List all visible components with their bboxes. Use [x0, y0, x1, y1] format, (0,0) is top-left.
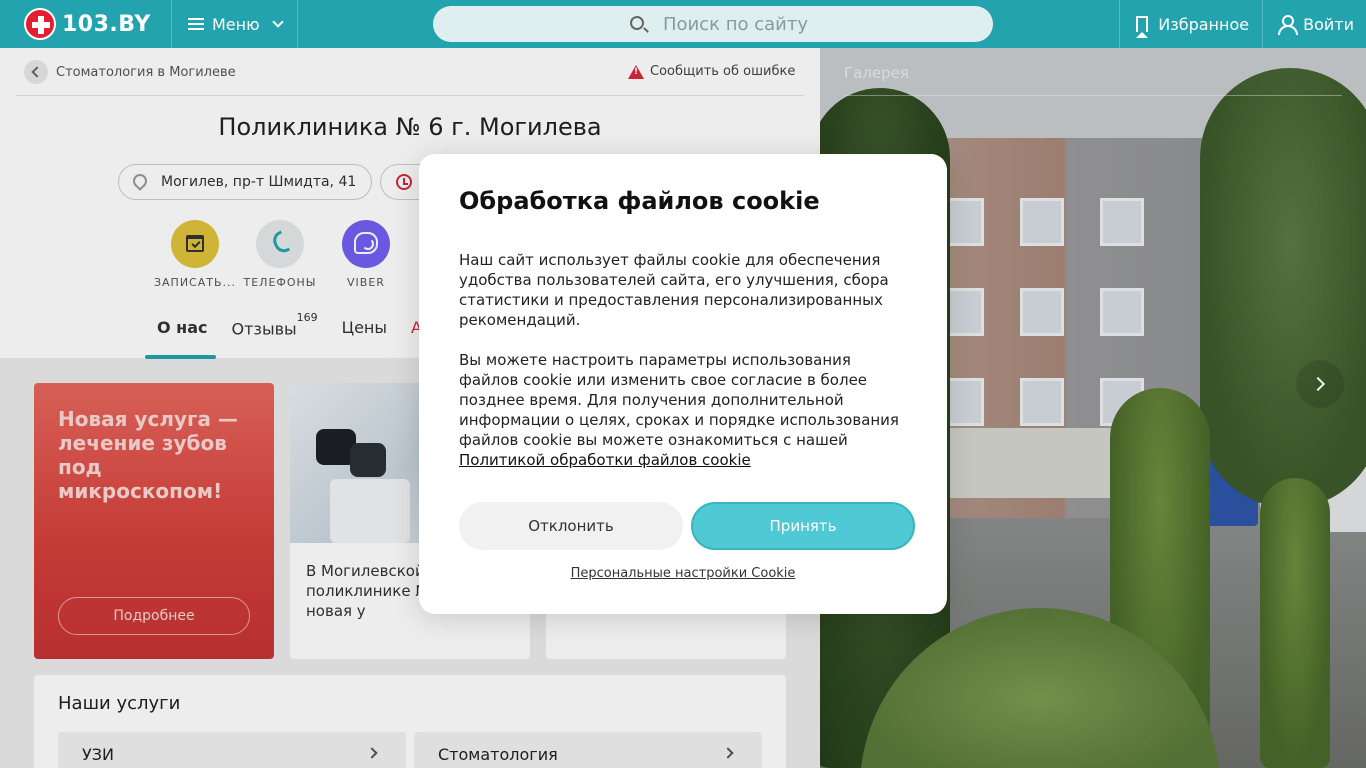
decline-button[interactable]: Отклонить: [459, 502, 683, 550]
viber-icon: [354, 232, 378, 254]
cookie-modal-text-1: Наш сайт использует файлы cookie для обе…: [459, 251, 889, 329]
action-phones-circle[interactable]: [256, 220, 304, 268]
building-window: [1100, 288, 1144, 336]
chevron-down-icon: [271, 16, 284, 28]
gallery-title: Галерея: [844, 64, 909, 82]
building-window: [1020, 288, 1064, 336]
cookie-modal-title: Обработка файлов cookie: [459, 187, 820, 215]
services-title: Наши услуги: [58, 693, 181, 714]
promo-card[interactable]: Новая услуга — лечение зубов под микроск…: [34, 383, 274, 659]
breadcrumb-label: Стоматология в Могилеве: [56, 64, 236, 80]
cookie-policy-link[interactable]: Политикой обработки файлов cookie: [459, 451, 751, 469]
warning-icon: [628, 64, 644, 79]
action-viber-circle[interactable]: [342, 220, 390, 268]
action-viber-label: VIBER: [347, 276, 385, 289]
search-placeholder: Поиск по сайту: [663, 13, 809, 35]
action-book-circle[interactable]: [171, 220, 219, 268]
report-error-link[interactable]: Сообщить об ошибке: [628, 64, 795, 79]
report-error-label: Сообщить об ошибке: [650, 64, 796, 79]
login-label: Войти: [1303, 14, 1354, 34]
user-icon: [1277, 15, 1299, 35]
logo-text: 103.BY: [62, 11, 151, 37]
cookie-modal-text-2: Вы можете настроить параметры использова…: [459, 350, 907, 470]
photo-tree: [1200, 68, 1366, 508]
calendar-check-icon: [186, 235, 204, 252]
service-item-uzi[interactable]: УЗИ: [58, 732, 406, 768]
tab-reviews-label: Отзывы: [231, 319, 297, 339]
address-text: Могилев, пр-т Шмидта, 41: [161, 174, 357, 190]
medical-cross-icon: [24, 8, 56, 40]
search-input[interactable]: Поиск по сайту: [433, 6, 993, 42]
chevron-right-icon: [722, 747, 734, 759]
action-book-label: ЗАПИСАТЬ...: [153, 276, 237, 289]
building-window: [1020, 198, 1064, 246]
action-book[interactable]: ЗАПИСАТЬ...: [152, 220, 238, 289]
clinic-tabs: О нас Отзывы169 Цены Ак: [157, 311, 456, 339]
page-title: Поликлиника № 6 г. Могилева: [218, 113, 602, 141]
building-window: [1020, 378, 1064, 426]
cookie-modal: Обработка файлов cookie Наш сайт использ…: [419, 154, 947, 614]
bookmark-icon: [1136, 16, 1149, 38]
building-window: [1100, 198, 1144, 246]
search-icon: [630, 16, 644, 30]
action-phones[interactable]: ТЕЛЕФОНЫ: [237, 220, 323, 289]
menu-button[interactable]: Меню: [172, 0, 298, 48]
chevron-right-icon: [366, 747, 378, 759]
action-viber[interactable]: VIBER: [323, 220, 409, 289]
photo-thuja: [1260, 478, 1330, 768]
active-tab-indicator: [145, 355, 216, 359]
clock-icon: [396, 174, 412, 190]
service-label: Стоматология: [438, 744, 558, 764]
promo-details-button[interactable]: Подробнее: [58, 597, 250, 635]
gallery-divider: [844, 95, 1342, 96]
breadcrumb[interactable]: Стоматология в Могилеве: [24, 60, 236, 84]
location-pin-icon: [130, 171, 150, 191]
tab-prices[interactable]: Цены: [342, 318, 387, 338]
services-section: Наши услуги УЗИ Стоматология: [34, 675, 786, 768]
menu-label: Меню: [212, 14, 260, 34]
promo-title: Новая услуга — лечение зубов под микроск…: [58, 407, 238, 503]
cookie-button-row: Отклонить Принять: [459, 502, 915, 550]
cookie-modal-text-2-body: Вы можете настроить параметры использова…: [459, 351, 899, 449]
phone-icon: [269, 230, 291, 256]
action-phones-label: ТЕЛЕФОНЫ: [243, 276, 317, 289]
divider: [16, 95, 804, 96]
back-arrow-icon[interactable]: [24, 60, 48, 84]
accept-button[interactable]: Принять: [691, 502, 915, 550]
gallery-next-button[interactable]: [1296, 360, 1344, 408]
login-button[interactable]: Войти: [1262, 0, 1366, 48]
hamburger-icon: [188, 18, 204, 30]
site-logo[interactable]: 103.BY: [0, 0, 172, 48]
microscope-eyepiece: [350, 443, 386, 477]
header-actions: Избранное Войти: [1119, 0, 1366, 48]
microscope-body: [330, 479, 410, 543]
tab-about[interactable]: О нас: [157, 318, 208, 338]
tab-reviews[interactable]: Отзывы169: [231, 311, 318, 339]
cookie-settings-link[interactable]: Персональные настройки Cookie: [419, 566, 947, 581]
favorites-button[interactable]: Избранное: [1119, 0, 1262, 48]
favorites-label: Избранное: [1158, 14, 1250, 34]
service-item-dentistry[interactable]: Стоматология: [414, 732, 762, 768]
service-label: УЗИ: [82, 744, 114, 764]
address-pill[interactable]: Могилев, пр-т Шмидта, 41: [118, 164, 372, 200]
reviews-count-badge: 169: [296, 311, 318, 324]
